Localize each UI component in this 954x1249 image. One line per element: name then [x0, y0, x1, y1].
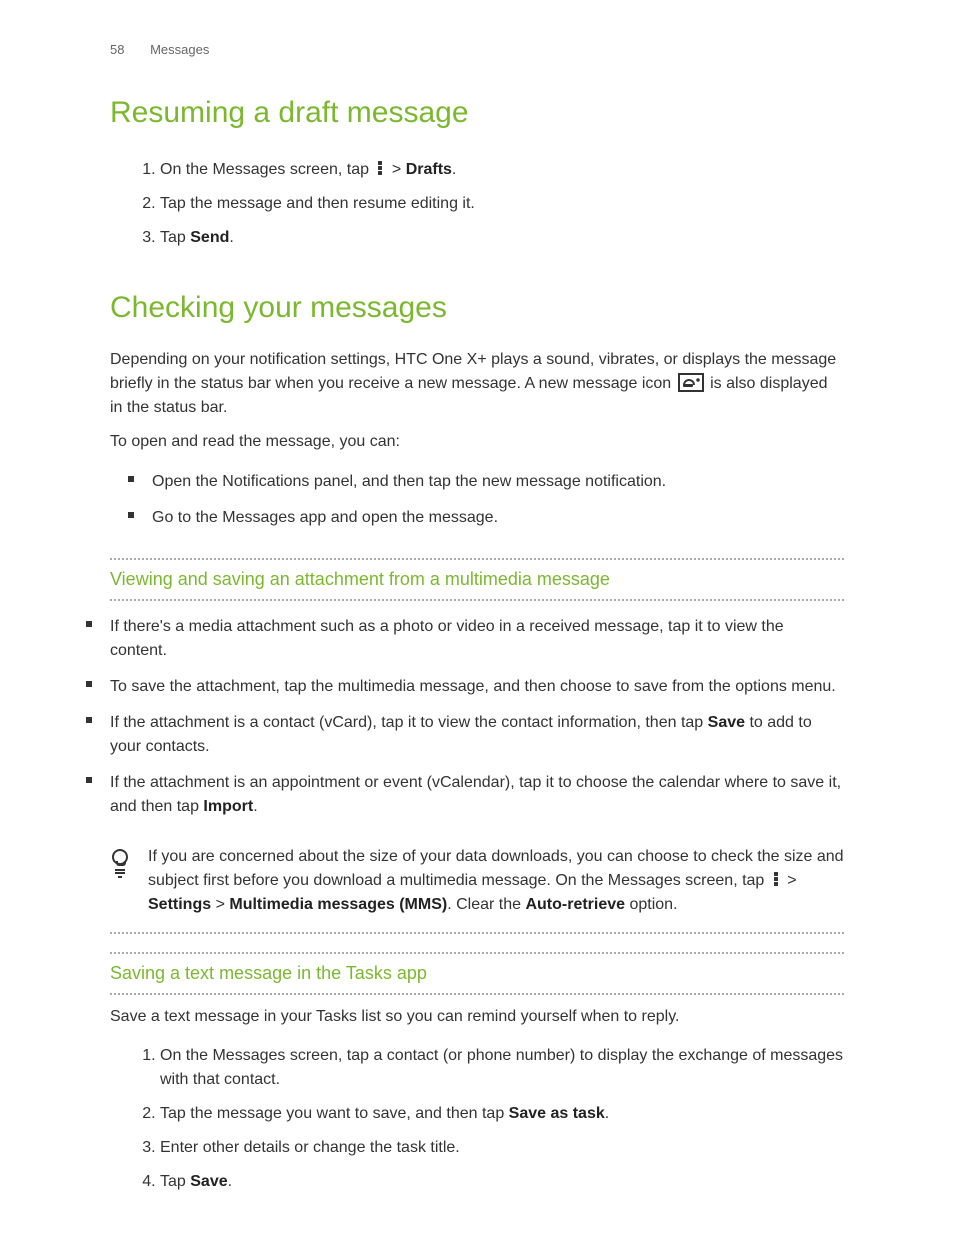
step: Tap the message and then resume editing … [160, 187, 844, 221]
list-item: If the attachment is a contact (vCard), … [110, 705, 844, 765]
heading-resuming-draft: Resuming a draft message [110, 90, 844, 135]
steps-resuming-draft: On the Messages screen, tap > Drafts. Ta… [110, 153, 844, 255]
step: Tap the message you want to save, and th… [160, 1097, 844, 1131]
menu-icon [770, 872, 782, 886]
tip-text: If you are concerned about the size of y… [148, 845, 844, 917]
step: Tap Send. [160, 221, 844, 255]
divider [110, 599, 844, 601]
list-item: To save the attachment, tap the multimed… [110, 669, 844, 705]
divider [110, 952, 844, 954]
page: 58 Messages Resuming a draft message On … [0, 0, 954, 1249]
lightbulb-icon [110, 849, 128, 875]
list-item: If there's a media attachment such as a … [110, 609, 844, 669]
header-section-name: Messages [150, 42, 209, 57]
paragraph: To open and read the message, you can: [110, 430, 844, 454]
step: Tap Save. [160, 1165, 844, 1199]
tip-icon-column [110, 845, 148, 917]
list-item: If the attachment is an appointment or e… [110, 765, 844, 825]
step: Enter other details or change the task t… [160, 1131, 844, 1165]
subheading-save-tasks: Saving a text message in the Tasks app [110, 960, 844, 987]
paragraph: Depending on your notification settings,… [110, 348, 844, 420]
tip-note: If you are concerned about the size of y… [110, 843, 844, 934]
divider [110, 558, 844, 560]
step: On the Messages screen, tap a contact (o… [160, 1039, 844, 1097]
list-item: Open the Notifications panel, and then t… [152, 464, 844, 500]
step: On the Messages screen, tap > Drafts. [160, 153, 844, 187]
paragraph: Save a text message in your Tasks list s… [110, 1005, 844, 1029]
page-number: 58 [110, 42, 124, 57]
divider [110, 993, 844, 995]
bullet-list: Open the Notifications panel, and then t… [110, 464, 844, 536]
bullet-list-attachments: If there's a media attachment such as a … [110, 609, 844, 825]
heading-checking-messages: Checking your messages [110, 285, 844, 330]
list-item: Go to the Messages app and open the mess… [152, 500, 844, 536]
subheading-attachments: Viewing and saving an attachment from a … [110, 566, 844, 593]
page-header: 58 Messages [110, 40, 844, 60]
message-icon [678, 373, 704, 392]
menu-icon [374, 161, 386, 175]
steps-save-tasks: On the Messages screen, tap a contact (o… [110, 1039, 844, 1199]
